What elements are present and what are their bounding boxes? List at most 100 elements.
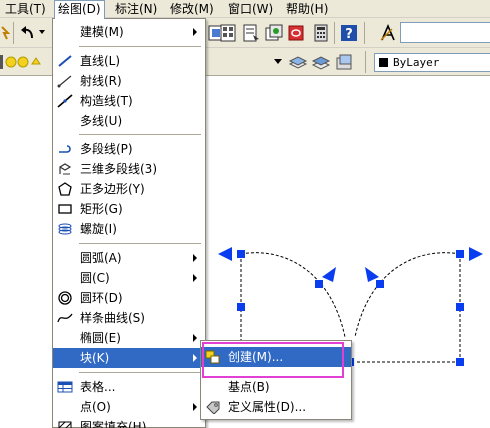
menu-item-label: 块(K) xyxy=(80,351,110,365)
menu-dimension[interactable]: 标注(N) xyxy=(112,1,160,17)
polyline-icon xyxy=(59,145,71,153)
menu-item-label: 椭圆(E) xyxy=(80,331,121,345)
menu-item-line[interactable]: 直线(L) xyxy=(53,51,205,71)
table-icon xyxy=(57,381,73,393)
menu-item-label: 图案填充(H)... xyxy=(80,420,158,428)
markup-icon[interactable] xyxy=(286,23,306,43)
color-control-combo[interactable]: ByLayer xyxy=(374,53,490,72)
menu-item-label: 直线(L) xyxy=(80,54,121,68)
menu-item-label: 多线(U) xyxy=(80,114,123,128)
layer-dropdown-arrow-icon[interactable] xyxy=(272,54,284,68)
menu-item-label: 正多边形(Y) xyxy=(80,182,145,196)
text-style-icon[interactable] xyxy=(378,23,398,43)
donut-icon xyxy=(58,291,72,305)
layer-manager-icon[interactable] xyxy=(334,52,354,72)
line-icon xyxy=(58,55,72,67)
menu-item-label: 圆(C) xyxy=(80,271,110,285)
menu-item-label: 矩形(G) xyxy=(80,202,123,216)
menu-item-label: 点(O) xyxy=(80,400,111,414)
menu-tools[interactable]: 工具(T) xyxy=(2,1,49,17)
menu-item-donut[interactable]: 圆环(D) xyxy=(53,288,205,308)
menu-item-construction-line[interactable]: 构造线(T) xyxy=(53,91,205,111)
dashed-arc-left xyxy=(240,252,346,338)
polygon-icon xyxy=(58,182,72,196)
menu-item-multiline[interactable]: 多线(U) xyxy=(53,111,205,131)
draw-menu-dropdown: 建模(M) 直线(L) 射线(R) 构造线(T) 多线(U) 多段线(P) 三维… xyxy=(52,18,206,428)
submenu-arrow-icon xyxy=(193,354,197,362)
menu-window[interactable]: 窗口(W) xyxy=(225,1,276,17)
ray-icon xyxy=(57,75,72,88)
toolbar-separator xyxy=(334,22,335,44)
menu-item-label: 三维多段线(3) xyxy=(80,162,157,176)
menu-item-modeling[interactable]: 建模(M) xyxy=(53,22,205,42)
menu-item-label: 圆弧(A) xyxy=(80,251,122,265)
color-swatch xyxy=(379,58,388,67)
grip-square xyxy=(315,280,323,288)
grip-square xyxy=(456,303,464,311)
tool-palettes-icon[interactable] xyxy=(218,23,238,43)
submenu-arrow-icon xyxy=(193,274,197,282)
menu-item-label: 射线(R) xyxy=(80,74,122,88)
menu-item-label: 表格... xyxy=(80,380,116,394)
menu-item-hatch[interactable]: 图案填充(H)... xyxy=(53,417,205,428)
grip-square xyxy=(456,358,464,366)
menu-item-point[interactable]: 点(O) xyxy=(53,397,205,417)
menu-help[interactable]: 帮助(H) xyxy=(283,1,331,17)
3d-polyline-icon xyxy=(59,163,72,175)
menu-draw[interactable]: 绘图(D) xyxy=(54,0,105,19)
layer-state-icons[interactable] xyxy=(0,52,54,72)
color-control-value: ByLayer xyxy=(393,56,440,69)
submenu-item-base-point[interactable]: 基点(B) xyxy=(201,377,351,397)
undo-icon[interactable] xyxy=(18,23,38,43)
menu-item-helix[interactable]: 螺旋(I) xyxy=(53,219,205,239)
text-style-combo[interactable] xyxy=(400,22,490,43)
menu-item-rectangle[interactable]: 矩形(G) xyxy=(53,199,205,219)
menu-item-ellipse[interactable]: 椭圆(E) xyxy=(53,328,205,348)
menu-item-spline[interactable]: 样条曲线(S) xyxy=(53,308,205,328)
sheet-set-icon[interactable] xyxy=(264,23,284,43)
construction-line-icon xyxy=(57,94,73,108)
submenu-item-label: 基点(B) xyxy=(228,380,270,394)
grip-square xyxy=(237,250,245,258)
properties-icon[interactable] xyxy=(241,23,261,43)
menu-separator xyxy=(79,243,201,244)
toolbar-separator xyxy=(13,22,14,44)
menu-item-3d-polyline[interactable]: 三维多段线(3) xyxy=(53,159,205,179)
menu-item-label: 圆环(D) xyxy=(80,291,123,305)
menu-item-polyline[interactable]: 多段线(P) xyxy=(53,139,205,159)
menu-item-block[interactable]: 块(K) xyxy=(53,348,205,368)
menu-separator xyxy=(79,46,201,47)
menu-item-circle[interactable]: 圆(C) xyxy=(53,268,205,288)
create-block-icon xyxy=(205,350,220,364)
hatch-icon xyxy=(58,421,72,428)
menu-item-arc[interactable]: 圆弧(A) xyxy=(53,248,205,268)
submenu-arrow-icon xyxy=(193,334,197,342)
menu-item-table[interactable]: 表格... xyxy=(53,377,205,397)
menu-modify[interactable]: 修改(M) xyxy=(167,1,217,17)
calculator-icon[interactable] xyxy=(311,23,331,43)
make-current-layer-icon[interactable] xyxy=(288,52,308,72)
toolbar-separator xyxy=(364,22,365,44)
grip-arrow xyxy=(322,267,336,282)
dashed-arc-right xyxy=(354,252,461,338)
spline-icon xyxy=(57,313,73,323)
block-submenu: 创建(M)... 基点(B) 定义属性(D)... xyxy=(200,340,352,420)
submenu-arrow-icon xyxy=(193,403,197,411)
grip-arrow xyxy=(365,267,379,282)
submenu-arrow-icon xyxy=(193,28,197,36)
help-icon[interactable]: ? xyxy=(339,23,359,43)
layer-previous-icon[interactable] xyxy=(311,52,331,72)
undo-dropdown-icon[interactable] xyxy=(38,26,46,38)
grip-arrow-right xyxy=(469,247,483,261)
grip-square xyxy=(237,303,245,311)
menu-item-label: 螺旋(I) xyxy=(80,222,117,236)
submenu-item-label: 创建(M)... xyxy=(228,350,284,364)
submenu-item-create[interactable]: 创建(M)... xyxy=(201,347,351,367)
menu-separator xyxy=(79,372,201,373)
match-properties-icon[interactable] xyxy=(0,23,10,43)
grip-arrow-left xyxy=(218,247,232,261)
submenu-item-define-attributes[interactable]: 定义属性(D)... xyxy=(201,397,351,417)
rectangle-icon xyxy=(58,204,72,214)
menu-item-ray[interactable]: 射线(R) xyxy=(53,71,205,91)
menu-item-polygon[interactable]: 正多边形(Y) xyxy=(53,179,205,199)
